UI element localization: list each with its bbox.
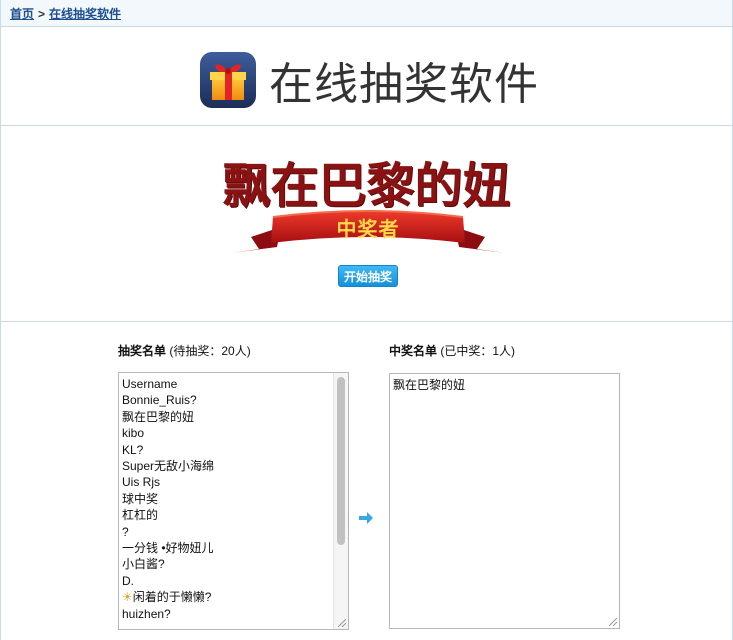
pending-list-count: (待抽奖：20人) <box>169 344 251 358</box>
pending-list-title: 抽奖名单 <box>118 344 167 358</box>
pending-list-scrollbar[interactable] <box>333 373 348 629</box>
pending-list-entry: KL? <box>122 442 144 457</box>
winner-list-count: (已中奖：1人) <box>440 344 516 358</box>
pending-list-entry: Uis Rjs <box>122 475 160 490</box>
winner-list-entries: 飘在巴黎的妞 <box>393 377 465 393</box>
breadcrumb-separator: > <box>38 7 46 21</box>
winner-list-title: 中奖名单 <box>389 344 438 358</box>
resize-grip-icon[interactable] <box>609 618 617 626</box>
pending-list-entry: ☀闲着的于懒懒? <box>122 590 212 605</box>
pending-list-entry: 球中奖 <box>122 491 159 506</box>
page-header: 在线抽奖软件 <box>1 27 732 126</box>
winner-list-label: 中奖名单 (已中奖：1人) <box>389 342 515 359</box>
breadcrumb-current-link[interactable]: 在线抽奖软件 <box>49 7 121 21</box>
pending-list-entry: 一分钱 •好物妞儿 <box>122 541 214 556</box>
pending-list-entry: Username <box>122 377 178 391</box>
pending-list-entry: Super无敌小海绵 <box>122 459 215 474</box>
gift-box-icon <box>200 52 256 108</box>
current-winner-name: 飘在巴黎的妞 <box>222 158 511 214</box>
pending-list-entry: ? <box>122 524 129 539</box>
winner-list-entry: 飘在巴黎的妞 <box>393 378 466 392</box>
pending-list-entry: kibo <box>122 426 145 441</box>
arrow-right-icon <box>359 512 373 524</box>
pending-list-entry: 小白酱? <box>122 557 165 572</box>
scrollbar-thumb[interactable] <box>337 377 345 545</box>
pending-list-entry: D. <box>122 573 134 588</box>
resize-grip-icon[interactable] <box>338 619 346 627</box>
pending-list-entry: huizhen? <box>122 606 171 621</box>
start-draw-button[interactable]: 开始抽奖 <box>338 265 398 287</box>
winner-display-area: 飘在巴黎的妞 中奖者 开始抽奖 <box>1 126 732 322</box>
pending-list-textarea[interactable]: Username Bonnie_Ruis? 飘在巴黎的妞 kibo KL? Super无敌… <box>118 372 349 630</box>
pending-list-entry: Bonnie_Ruis? <box>122 393 197 408</box>
sun-icon: ☀ <box>122 590 133 605</box>
pending-list-entry: 飘在巴黎的妞 <box>122 409 195 424</box>
app-title: 在线抽奖软件 <box>269 59 539 110</box>
breadcrumb: 首页 > 在线抽奖软件 <box>1 0 732 27</box>
breadcrumb-home-link[interactable]: 首页 <box>10 7 34 21</box>
ribbon-label: 中奖者 <box>336 217 400 241</box>
pending-list-entry: 杠杠的 <box>122 508 159 523</box>
pending-list-entries: Username Bonnie_Ruis? 飘在巴黎的妞 kibo KL? Super无敌… <box>122 376 334 622</box>
winner-list-textarea[interactable]: 飘在巴黎的妞 <box>389 373 620 629</box>
pending-list-label: 抽奖名单 (待抽奖：20人) <box>118 342 251 359</box>
